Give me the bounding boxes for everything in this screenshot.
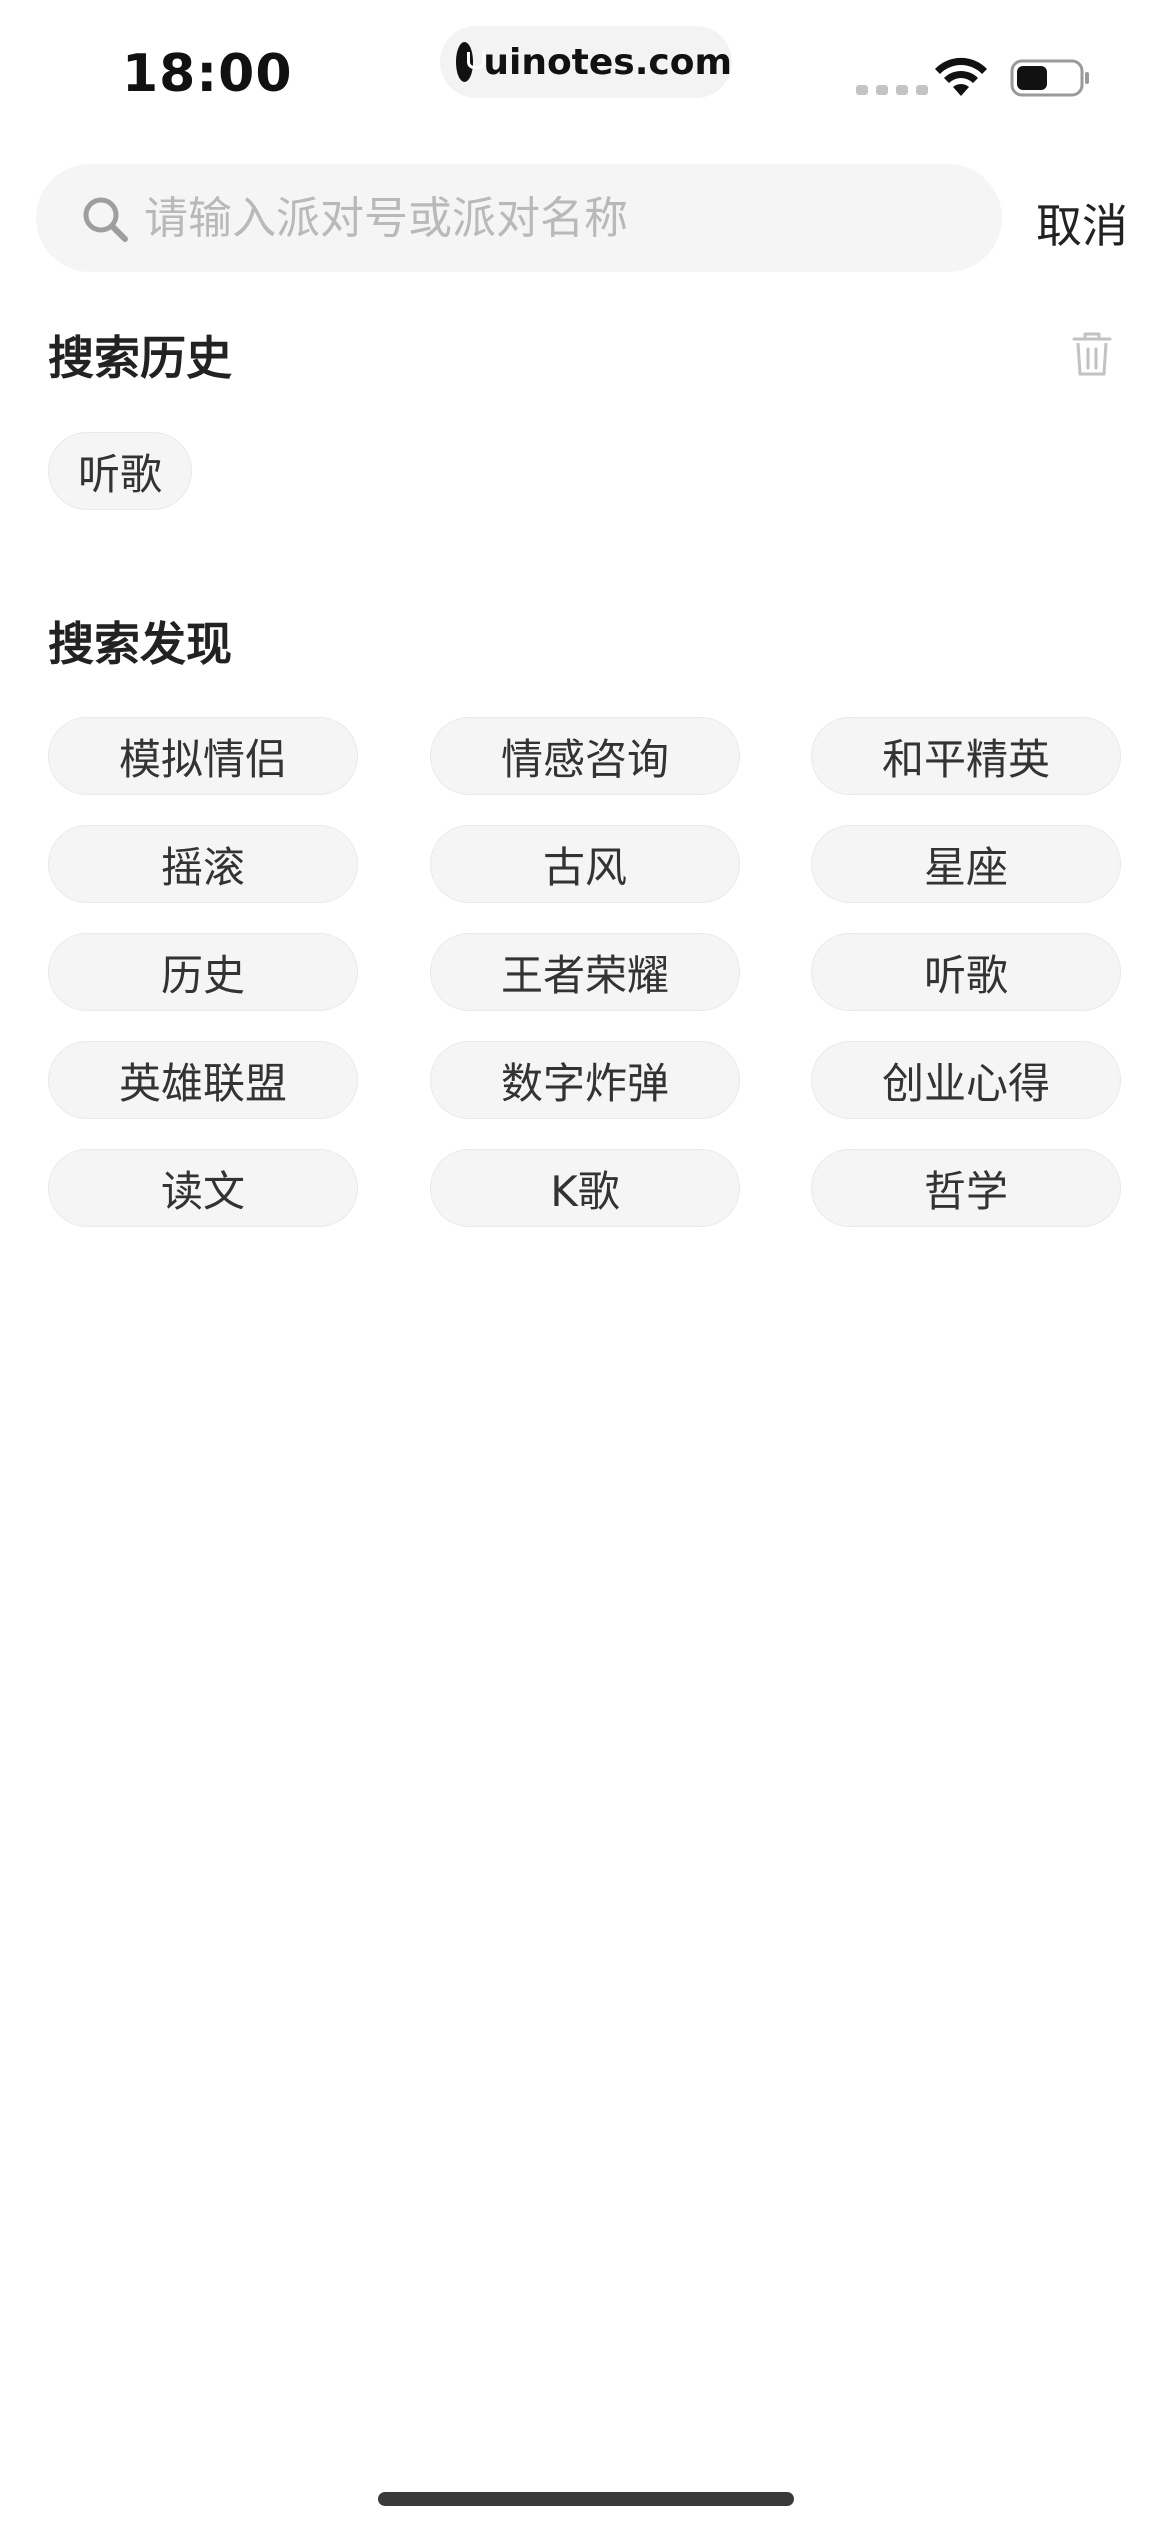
discover-chip[interactable]: 星座	[811, 825, 1121, 903]
search-discover-title: 搜索发现	[48, 617, 232, 671]
discover-chip[interactable]: 王者荣耀	[430, 933, 740, 1011]
search-icon	[83, 197, 128, 242]
discover-chip[interactable]: 历史	[48, 933, 358, 1011]
url-pill[interactable]: uinotes.com	[440, 26, 732, 98]
discover-chip[interactable]: 数字炸弹	[430, 1041, 740, 1119]
battery-icon	[1010, 59, 1089, 97]
site-logo-icon	[456, 42, 486, 82]
discover-chip[interactable]: 听歌	[811, 933, 1121, 1011]
discover-chip[interactable]: 摇滚	[48, 825, 358, 903]
discover-chip[interactable]: 和平精英	[811, 717, 1121, 795]
search-box[interactable]	[36, 164, 1002, 272]
search-input[interactable]	[144, 164, 964, 272]
discover-chip[interactable]: 读文	[48, 1149, 358, 1227]
discover-chip[interactable]: 情感咨询	[430, 717, 740, 795]
history-chip[interactable]: 听歌	[48, 432, 192, 510]
trash-icon[interactable]	[1070, 330, 1114, 378]
status-bar: 18:00 uinotes.com	[0, 0, 1170, 150]
wifi-icon	[935, 57, 987, 96]
signal-icon	[856, 85, 928, 95]
discover-chip[interactable]: 古风	[430, 825, 740, 903]
cancel-button[interactable]: 取消	[1036, 190, 1128, 256]
search-history-title: 搜索历史	[48, 331, 232, 385]
url-text: uinotes.com	[483, 41, 732, 83]
discover-chip[interactable]: 英雄联盟	[48, 1041, 358, 1119]
status-time: 18:00	[122, 44, 293, 104]
discover-chip[interactable]: 哲学	[811, 1149, 1121, 1227]
discover-chip[interactable]: 模拟情侣	[48, 717, 358, 795]
discover-chip[interactable]: 创业心得	[811, 1041, 1121, 1119]
home-indicator[interactable]	[378, 2492, 794, 2506]
discover-chip[interactable]: K歌	[430, 1149, 740, 1227]
